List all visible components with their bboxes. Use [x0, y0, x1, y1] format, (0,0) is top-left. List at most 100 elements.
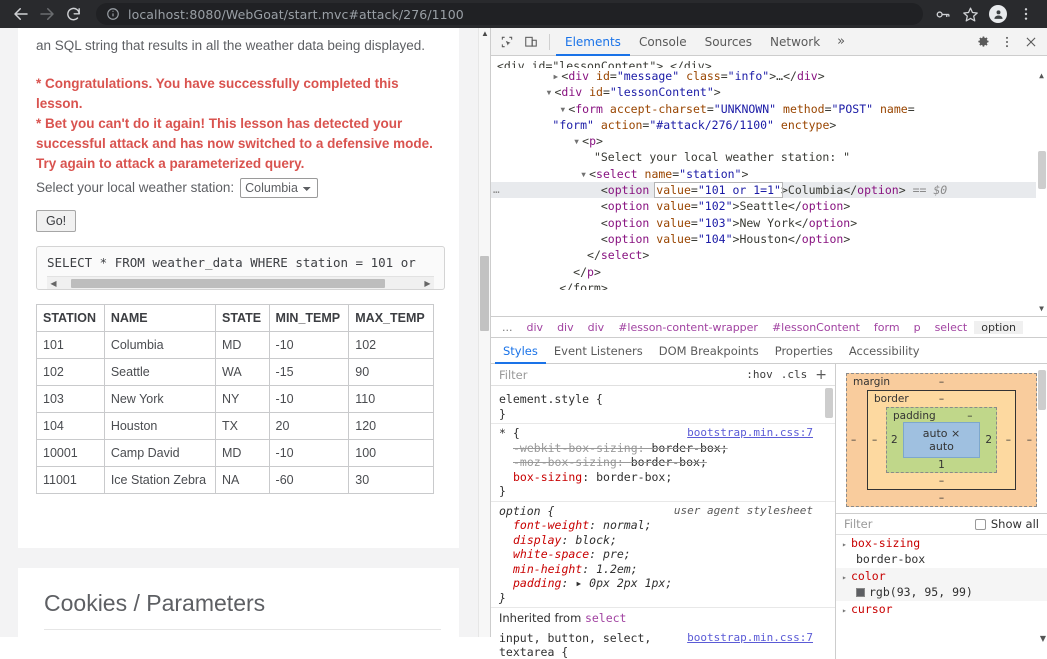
- tab-dom-breakpoints[interactable]: DOM Breakpoints: [651, 338, 767, 364]
- breadcrumb-item-div[interactable]: div: [581, 321, 612, 334]
- scroll-track[interactable]: [60, 278, 421, 288]
- dom-line[interactable]: </select>: [491, 247, 1047, 263]
- collapse-triangle-icon[interactable]: ▾: [573, 133, 582, 149]
- tab-network[interactable]: Network: [761, 28, 829, 56]
- tab-properties[interactable]: Properties: [767, 338, 841, 364]
- page-scroll-thumb[interactable]: [480, 256, 489, 331]
- scroll-up-arrow-icon[interactable]: ▲: [480, 29, 490, 39]
- dom-line[interactable]: ▾ <div id="lessonContent">: [491, 84, 1047, 100]
- dom-line[interactable]: <option value="103">New York</option>: [491, 215, 1047, 231]
- dom-line[interactable]: "form" action="#attack/276/1100" enctype…: [491, 117, 1047, 133]
- scroll-right-arrow-icon[interactable]: ▶: [421, 279, 434, 288]
- browser-menu-button[interactable]: [1013, 1, 1039, 27]
- computed-pane-scrollbar[interactable]: [1037, 370, 1046, 520]
- dom-line[interactable]: <option value="102">Seattle</option>: [491, 198, 1047, 214]
- breadcrumb-item-form[interactable]: form: [867, 321, 907, 334]
- padding-right-value[interactable]: 2: [985, 434, 992, 446]
- breadcrumb-item-div[interactable]: div: [520, 321, 551, 334]
- back-button[interactable]: [8, 1, 34, 27]
- css-source-link[interactable]: bootstrap.min.css:7: [687, 631, 813, 646]
- reload-button[interactable]: [60, 1, 86, 27]
- address-bar[interactable]: localhost:8080/WebGoat/start.mvc#attack/…: [96, 3, 923, 25]
- margin-left-value[interactable]: –: [851, 434, 856, 446]
- css-rule-option[interactable]: option { user agent stylesheet font-weig…: [491, 500, 835, 608]
- tab-styles[interactable]: Styles: [495, 338, 546, 364]
- dom-line-clipped-bottom[interactable]: </form>: [491, 280, 1047, 290]
- inspect-element-button[interactable]: [495, 30, 519, 54]
- scroll-down-arrow-icon[interactable]: ▼: [1036, 303, 1047, 314]
- inherited-selector[interactable]: select: [585, 611, 627, 625]
- computed-property-box-sizing[interactable]: ▸ box-sizing border-box: [836, 535, 1047, 568]
- color-swatch[interactable]: [856, 588, 865, 597]
- dom-tree[interactable]: <div id="lessonContent">…</div> ▸ <div id…: [491, 56, 1047, 316]
- sql-horizontal-scrollbar[interactable]: ◀ ▶: [47, 276, 434, 289]
- breadcrumb-item-option[interactable]: option: [974, 320, 1024, 334]
- dom-line[interactable]: </p>: [491, 264, 1047, 280]
- dom-overflow-dots[interactable]: …: [493, 182, 500, 198]
- margin-top-value[interactable]: –: [847, 376, 1036, 388]
- margin-bottom-value[interactable]: –: [847, 492, 1036, 504]
- breadcrumb-item-select[interactable]: select: [928, 321, 975, 334]
- key-icon[interactable]: [929, 1, 955, 27]
- css-source-link[interactable]: bootstrap.min.css:7: [687, 426, 813, 441]
- css-declaration[interactable]: font-weight: normal;: [499, 518, 827, 533]
- css-declaration[interactable]: white-space: pre;: [499, 547, 827, 562]
- breadcrumb-item-lessoncontent[interactable]: #lessonContent: [765, 321, 867, 334]
- css-declaration[interactable]: display: block;: [499, 533, 827, 548]
- padding-bottom-value[interactable]: 1: [887, 459, 996, 471]
- dom-line-clipped[interactable]: <div id="lessonContent">…</div>: [491, 58, 1047, 68]
- forward-button[interactable]: [34, 1, 60, 27]
- breadcrumb-item-div[interactable]: div: [550, 321, 581, 334]
- profile-button[interactable]: [985, 1, 1011, 27]
- scroll-thumb[interactable]: [70, 278, 385, 288]
- computed-scroll-thumb[interactable]: [1038, 370, 1046, 410]
- devtools-menu-button[interactable]: [995, 30, 1019, 54]
- cls-toggle[interactable]: .cls: [781, 368, 808, 381]
- border-left-value[interactable]: –: [872, 434, 877, 446]
- dom-tree-scrollbar[interactable]: ▲ ▼: [1036, 56, 1047, 316]
- computed-property-color[interactable]: ▸ color rgb(93, 95, 99): [836, 568, 1047, 601]
- css-pane-scrollbar[interactable]: [824, 388, 833, 656]
- tab-elements[interactable]: Elements: [556, 28, 630, 56]
- close-devtools-button[interactable]: [1019, 30, 1043, 54]
- dom-line[interactable]: "Select your local weather station: ": [491, 149, 1047, 165]
- styles-filter-input[interactable]: Filter: [499, 368, 746, 382]
- settings-button[interactable]: [971, 30, 995, 54]
- border-bottom-value[interactable]: –: [868, 475, 1015, 487]
- new-style-rule-button[interactable]: +: [815, 367, 827, 383]
- scroll-up-arrow-icon[interactable]: ▲: [1036, 70, 1047, 81]
- tab-accessibility[interactable]: Accessibility: [841, 338, 928, 364]
- dom-line[interactable]: ▾ <p>: [491, 133, 1047, 149]
- css-declaration[interactable]: min-height: 1.2em;: [499, 562, 827, 577]
- box-model-margin[interactable]: margin – – – – border – – – – padding – …: [846, 373, 1037, 507]
- star-icon[interactable]: [957, 1, 983, 27]
- computed-property-cursor[interactable]: ▸ cursor: [836, 601, 1047, 619]
- page-vertical-scrollbar[interactable]: ▲: [478, 28, 490, 637]
- css-declaration[interactable]: -webkit-box-sizing: border-box;: [499, 441, 827, 456]
- css-rule-inherited-select[interactable]: input, button, select, bootstrap.min.css…: [491, 629, 835, 659]
- dom-line[interactable]: ▸ <div id="message" class="info">…</div>: [491, 68, 1047, 84]
- border-top-value[interactable]: –: [868, 393, 1015, 405]
- border-right-value[interactable]: –: [1006, 434, 1011, 446]
- show-all-toggle[interactable]: Show all: [974, 517, 1039, 531]
- padding-top-value[interactable]: –: [944, 410, 996, 422]
- css-rule-universal[interactable]: * { bootstrap.min.css:7 -webkit-box-sizi…: [491, 423, 835, 501]
- station-select[interactable]: Columbia Seattle New York Houston: [240, 178, 319, 198]
- expand-triangle-icon[interactable]: ▸: [842, 537, 851, 552]
- breadcrumb-item-lesson-content-wrapper[interactable]: #lesson-content-wrapper: [611, 321, 765, 334]
- dom-line[interactable]: <option value="104">Houston</option>: [491, 231, 1047, 247]
- collapse-triangle-icon[interactable]: ▾: [559, 101, 568, 117]
- scroll-left-arrow-icon[interactable]: ◀: [47, 279, 60, 288]
- tab-console[interactable]: Console: [630, 28, 696, 56]
- breadcrumb-overflow[interactable]: ...: [495, 321, 520, 334]
- dom-line[interactable]: ▾ <select name="station">: [491, 166, 1047, 182]
- css-scroll-thumb[interactable]: [825, 388, 833, 418]
- dom-line-selected[interactable]: … <option value="101 or 1=1">Columbia</o…: [491, 182, 1047, 199]
- tab-sources[interactable]: Sources: [696, 28, 761, 56]
- collapse-triangle-icon[interactable]: ▾: [580, 166, 589, 182]
- css-declaration[interactable]: padding: ▸ 0px 2px 1px;: [499, 576, 827, 591]
- dom-line[interactable]: ▾ <form accept-charset="UNKNOWN" method="…: [491, 101, 1047, 117]
- padding-left-value[interactable]: 2: [891, 434, 898, 446]
- hov-toggle[interactable]: :hov: [746, 368, 773, 381]
- box-model-border[interactable]: border – – – – padding – 1 2 2 auto × au…: [867, 390, 1016, 490]
